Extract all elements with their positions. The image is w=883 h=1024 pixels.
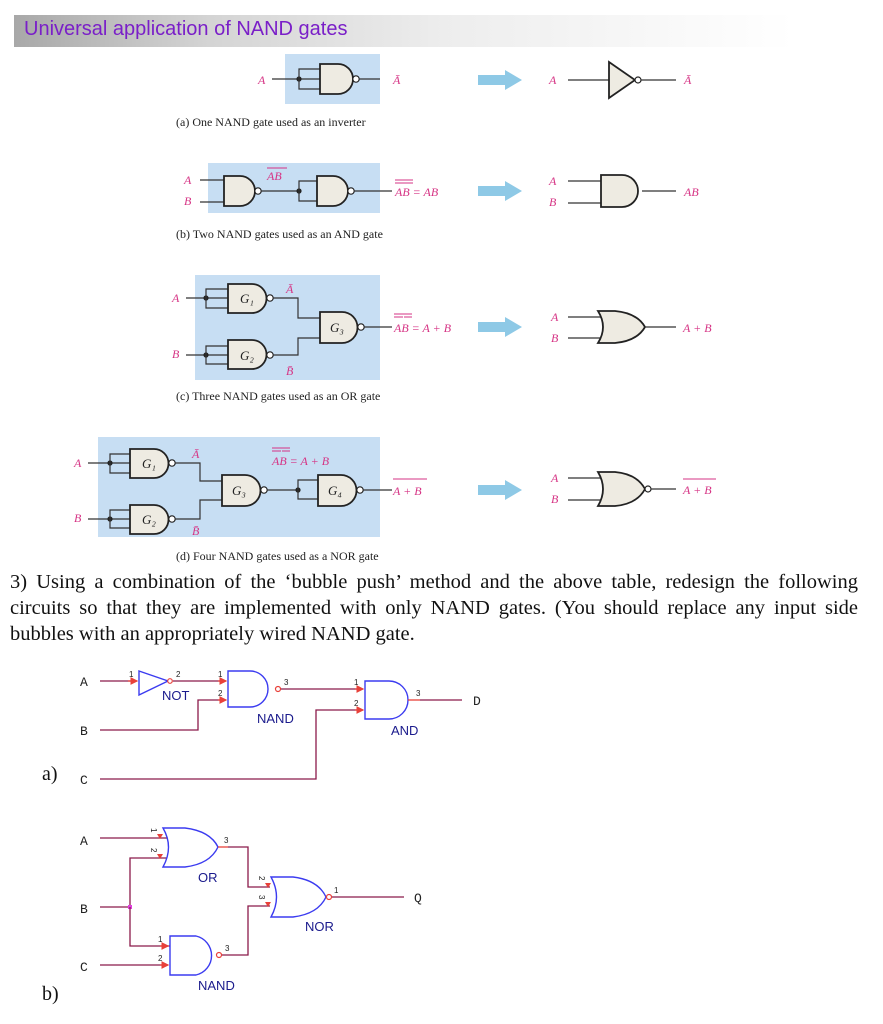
gate-label-not: NOT bbox=[162, 688, 190, 703]
pin-label: 3 bbox=[416, 689, 421, 698]
part-label-b: b) bbox=[42, 983, 59, 1005]
output-label: AB = A + B bbox=[393, 321, 452, 335]
circuit-a: a) A B C 1 2 NOT 1 2 3 NAND 1 2 3 AND D bbox=[42, 670, 481, 788]
intermediate-label: AB = A + B bbox=[271, 454, 330, 468]
input-b-label: B bbox=[74, 511, 82, 525]
equiv-input-a: A bbox=[550, 471, 559, 485]
intermediate-a-bar: Ā bbox=[285, 282, 294, 296]
not-gate bbox=[608, 60, 637, 100]
and-gate bbox=[364, 680, 409, 720]
input-a-label: A bbox=[183, 173, 192, 187]
gate-label-g2: G₂ bbox=[240, 348, 254, 363]
equiv-output-label: AB bbox=[683, 185, 699, 199]
nand-gate bbox=[319, 63, 354, 95]
equiv-input-b: B bbox=[551, 492, 559, 506]
output-label: AB = AB bbox=[394, 185, 439, 199]
question-text: 3) Using a combination of the ‘bubble pu… bbox=[10, 571, 858, 645]
equiv-input-a: A bbox=[550, 310, 559, 324]
input-b: B bbox=[80, 902, 88, 917]
gate-label-g1: G₁ bbox=[142, 456, 156, 471]
right-arrow-icon bbox=[478, 317, 522, 337]
equiv-input-b: B bbox=[551, 331, 559, 345]
gate-label-g1: G₁ bbox=[240, 291, 254, 306]
input-a: A bbox=[80, 834, 88, 849]
equiv-input-label: A bbox=[548, 73, 557, 87]
pin-label: 1 bbox=[149, 828, 158, 833]
right-arrow-icon bbox=[478, 480, 522, 500]
input-b-label: B bbox=[172, 347, 180, 361]
intermediate-b-bar: B̄ bbox=[192, 524, 200, 538]
nand-gate bbox=[169, 935, 213, 976]
pin-label: 3 bbox=[284, 678, 289, 687]
input-a-label: A bbox=[171, 291, 180, 305]
output-q: Q bbox=[414, 891, 422, 906]
gate-label-and: AND bbox=[391, 723, 418, 738]
pin-label: 3 bbox=[224, 836, 229, 845]
pin-label: 2 bbox=[354, 699, 359, 708]
gate-label-g3: G₃ bbox=[330, 320, 344, 335]
and-gate bbox=[600, 174, 639, 208]
output-label: Ā bbox=[392, 73, 401, 87]
input-a-label: A bbox=[73, 456, 82, 470]
gate-label-nand: NAND bbox=[198, 978, 235, 993]
or-gate bbox=[596, 310, 647, 344]
pin-label: 1 bbox=[129, 670, 134, 679]
figure-caption: (a) One NAND gate used as an inverter bbox=[176, 115, 366, 129]
nand-gate bbox=[227, 670, 269, 708]
figure-a-nand-inverter: A Ā (a) One NAND gate used as an inverte… bbox=[176, 54, 692, 129]
intermediate-b-bar: B̄ bbox=[286, 364, 294, 378]
nand-gate-1 bbox=[223, 175, 256, 207]
equiv-output-label: A + B bbox=[682, 483, 712, 497]
gate-label-nand: NAND bbox=[257, 711, 294, 726]
circuit-b: b) A B C 1 2 2 3 OR 1 2 3 NAND 2 3 bbox=[42, 827, 422, 1005]
equiv-input-a: A bbox=[548, 174, 557, 188]
pin-label: 1 bbox=[334, 886, 339, 895]
equiv-input-b: B bbox=[549, 195, 557, 209]
pin-label: 1 bbox=[218, 670, 223, 679]
output-d: D bbox=[473, 694, 481, 709]
intermediate-label: AB bbox=[266, 169, 282, 183]
figure-c-nand-or: A B G₁ Ā G₂ B̄ G₃ AB = A + B (c) Three N… bbox=[171, 275, 712, 403]
figure-caption: (d) Four NAND gates used as a NOR gate bbox=[176, 549, 379, 563]
input-a: A bbox=[80, 675, 88, 690]
nor-gate bbox=[596, 471, 647, 507]
output-label: A + B bbox=[392, 484, 422, 498]
nand-gate-2 bbox=[316, 175, 349, 207]
gate-label-nor: NOR bbox=[305, 919, 334, 934]
part-label-a: a) bbox=[42, 763, 58, 785]
figure-d-nand-nor: A B G₁ Ā G₂ B̄ G₃ AB = A + B G₄ A + B (d… bbox=[73, 437, 716, 563]
pin-label: 2 bbox=[149, 848, 158, 853]
equiv-output-label: A + B bbox=[682, 321, 712, 335]
gate-label-g4: G₄ bbox=[328, 483, 342, 498]
gate-label-g2: G₂ bbox=[142, 512, 156, 527]
equiv-output-label: Ā bbox=[683, 73, 692, 87]
figure-b-nand-and: A B AB AB = AB (b) Two NAND gates used a… bbox=[176, 163, 699, 241]
figure-caption: (b) Two NAND gates used as an AND gate bbox=[176, 227, 383, 241]
input-label: A bbox=[257, 73, 266, 87]
figure-caption: (c) Three NAND gates used as an OR gate bbox=[176, 389, 380, 403]
pin-label: 1 bbox=[354, 678, 359, 687]
input-c: C bbox=[80, 773, 88, 788]
pin-label: 2 bbox=[218, 689, 223, 698]
input-b: B bbox=[80, 724, 88, 739]
input-b-label: B bbox=[184, 194, 192, 208]
pin-label: 2 bbox=[158, 954, 163, 963]
pin-label: 3 bbox=[257, 895, 266, 900]
pin-label: 3 bbox=[225, 944, 230, 953]
gate-label-g3: G₃ bbox=[232, 483, 246, 498]
diagram-canvas: A Ā (a) One NAND gate used as an inverte… bbox=[42, 54, 716, 1005]
gate-label-or: OR bbox=[198, 870, 218, 885]
nor-gate bbox=[269, 876, 327, 918]
or-gate bbox=[161, 827, 219, 868]
right-arrow-icon bbox=[478, 70, 522, 90]
intermediate-a-bar: Ā bbox=[191, 447, 200, 461]
input-c: C bbox=[80, 960, 88, 975]
pin-label: 2 bbox=[176, 670, 181, 679]
right-arrow-icon bbox=[478, 181, 522, 201]
pin-label: 2 bbox=[257, 876, 266, 881]
pin-label: 1 bbox=[158, 935, 163, 944]
